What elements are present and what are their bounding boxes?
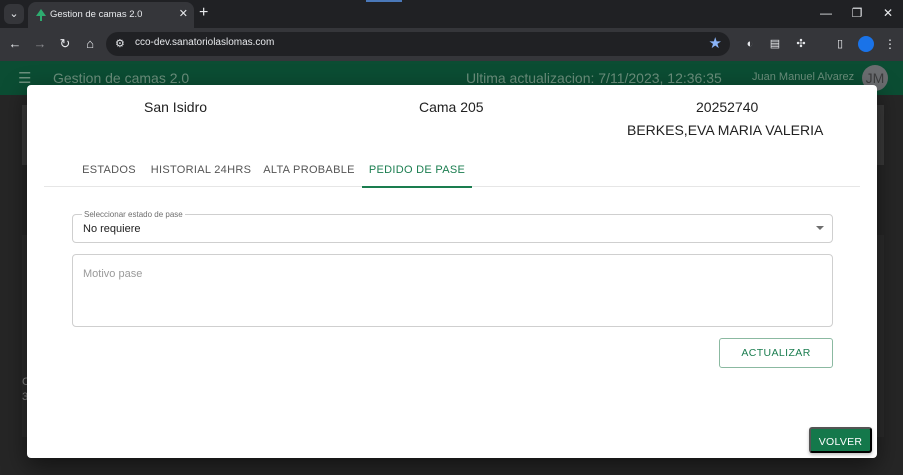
pase-status-select[interactable]: Seleccionar estado de pase No requiere — [72, 210, 833, 243]
tab-close-icon[interactable]: ✕ — [179, 7, 188, 21]
profile-avatar-icon[interactable] — [858, 36, 874, 52]
select-label: Seleccionar estado de pase — [82, 210, 185, 220]
forward-icon[interactable]: → — [32, 36, 48, 52]
window-accent — [366, 0, 402, 2]
last-update-text: Ultima actualizacion: 7/11/2023, 12:36:3… — [466, 70, 722, 86]
tab-alta-probable[interactable]: ALTA PROBABLE — [256, 154, 362, 187]
url-text[interactable]: cco-dev.sanatoriolaslomas.com — [135, 37, 274, 48]
tree-favicon-icon — [36, 9, 46, 21]
dialog-tabs: ESTADOS HISTORIAL 24HRS ALTA PROBABLE PE… — [44, 154, 860, 188]
bed-label: Cama 205 — [419, 99, 484, 115]
bookmark-star-icon[interactable]: ★ — [709, 34, 722, 52]
sede-label: San Isidro — [144, 99, 208, 115]
actualizar-button[interactable]: ACTUALIZAR — [719, 338, 833, 368]
select-value: No requiere — [83, 223, 141, 235]
extensions-puzzle-icon[interactable]: ✣ — [794, 37, 808, 51]
browser-toolbar: ← → ↻ ⌂ ⚙ cco-dev.sanatoriolaslomas.com … — [0, 28, 903, 61]
home-icon[interactable]: ⌂ — [82, 36, 98, 52]
reload-icon[interactable]: ↻ — [57, 36, 73, 52]
bed-detail-dialog: San Isidro Cama 205 20252740 BERKES,EVA … — [27, 85, 877, 458]
patient-id: 20252740 — [696, 99, 759, 115]
tab-historial-24hrs[interactable]: HISTORIAL 24HRS — [146, 154, 256, 187]
volver-button[interactable]: VOLVER — [809, 427, 872, 453]
site-info-icon[interactable]: ⚙ — [115, 37, 125, 50]
browser-tab[interactable]: Gestion de camas 2.0 ✕ — [28, 2, 194, 28]
new-tab-icon[interactable]: + — [199, 4, 208, 22]
tab-estados[interactable]: ESTADOS — [72, 154, 146, 187]
tab-title: Gestion de camas 2.0 — [50, 9, 143, 20]
address-bar[interactable]: ⚙ cco-dev.sanatoriolaslomas.com ★ — [106, 32, 730, 56]
extension-circle-icon[interactable]: ◐ — [743, 37, 757, 51]
motivo-placeholder: Motivo pase — [83, 268, 143, 280]
app-title: Gestion de camas 2.0 — [53, 70, 190, 86]
tab-search-icon[interactable]: ⌄ — [4, 4, 24, 24]
dropdown-arrow-icon[interactable] — [816, 226, 824, 230]
restore-icon[interactable]: ❐ — [847, 4, 867, 22]
minimize-icon[interactable]: — — [816, 4, 836, 22]
side-panel-icon[interactable]: ▯ — [833, 37, 847, 51]
close-window-icon[interactable]: ✕ — [878, 4, 898, 22]
motivo-pase-textarea[interactable]: Motivo pase — [72, 254, 833, 327]
active-tab-indicator — [362, 186, 472, 188]
tab-label: PEDIDO DE PASE — [368, 164, 466, 176]
extension-print-icon[interactable]: ▤ — [768, 37, 782, 51]
back-icon[interactable]: ← — [7, 36, 23, 52]
browser-tabstrip: ⌄ Gestion de camas 2.0 ✕ + — ❐ ✕ — [0, 0, 903, 28]
tab-pedido-de-pase[interactable]: PEDIDO DE PASE — [362, 154, 472, 188]
user-name: Juan Manuel Alvarez — [752, 71, 855, 83]
menu-icon[interactable]: ☰ — [18, 71, 31, 86]
patient-name: BERKES,EVA MARIA VALERIA — [627, 122, 824, 138]
browser-menu-icon[interactable]: ⋮ — [884, 36, 896, 52]
